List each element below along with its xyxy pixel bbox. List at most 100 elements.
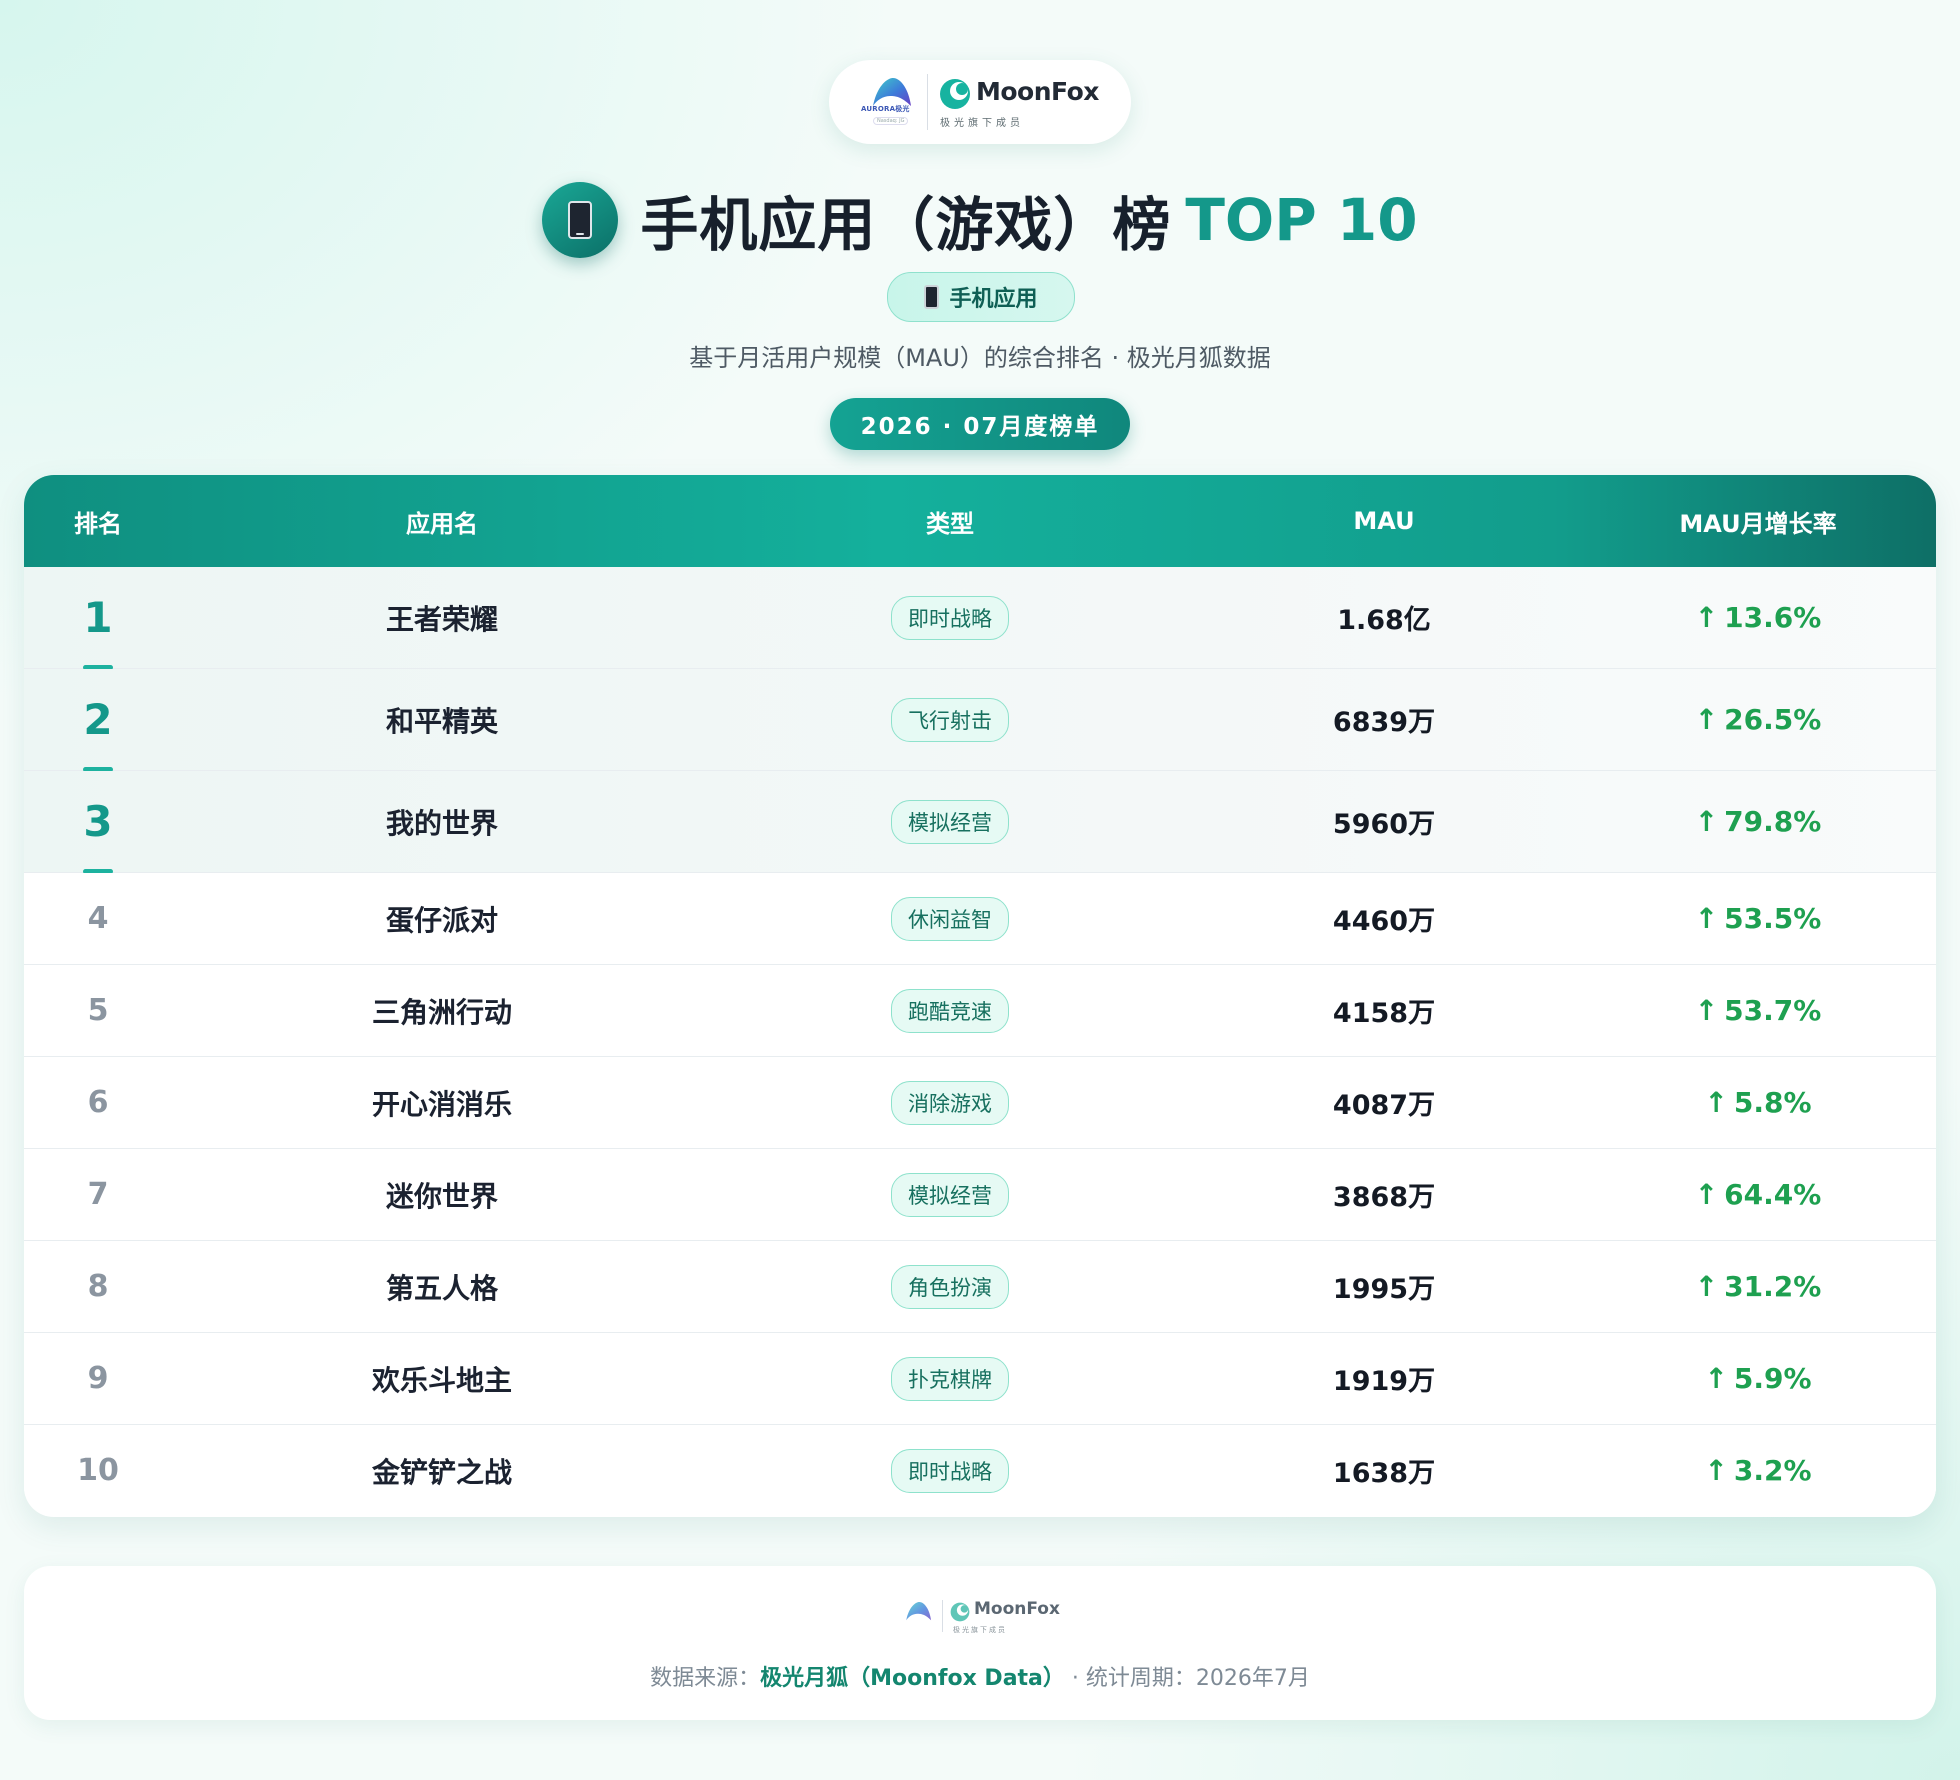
growth-value: ↑ 5.9% xyxy=(1704,1362,1811,1395)
type-tag: 角色扮演 xyxy=(891,1264,1009,1309)
table-row: 9 欢乐斗地主 扑克棋牌 1919万 ↑ 5.9% xyxy=(24,1333,1936,1425)
period-label: · 统计周期： xyxy=(1064,1666,1196,1691)
rank-number: 4 xyxy=(87,901,109,936)
table-row: 4 蛋仔派对 休闲益智 4460万 ↑ 53.5% xyxy=(24,873,1936,965)
table-row: 10 金铲铲之战 即时战略 1638万 ↑ 3.2% xyxy=(24,1425,1936,1516)
category-badge: 手机应用 xyxy=(887,272,1075,322)
type-tag: 飞行射击 xyxy=(891,697,1009,742)
column-header-type: 类型 xyxy=(926,509,974,538)
period-badge: 2026 · 07月度榜单 xyxy=(830,398,1130,450)
column-header-app-name: 应用名 xyxy=(406,509,478,538)
page-title-row: 手机应用（游戏）榜 TOP 10 xyxy=(0,180,1960,260)
rank-number: 6 xyxy=(87,1085,109,1120)
mau-value: 6839万 xyxy=(1332,707,1436,738)
growth-percent: 5.9% xyxy=(1733,1362,1812,1395)
growth-percent: 13.6% xyxy=(1724,601,1822,634)
mau-value: 4158万 xyxy=(1332,998,1436,1029)
mau-value: 4460万 xyxy=(1332,906,1436,937)
rank-number: 1 xyxy=(83,593,113,642)
type-tag: 即时战略 xyxy=(891,595,1009,640)
growth-value: ↑ 64.4% xyxy=(1695,1178,1822,1211)
arrow-up-icon: ↑ xyxy=(1694,805,1719,838)
footer-source-line: 数据来源：极光月狐（Moonfox Data） · 统计周期：2026年7月 xyxy=(24,1660,1936,1692)
aurora-logo-icon xyxy=(906,1601,932,1621)
moonfox-tagline: 极光旗下成员 xyxy=(953,1626,1007,1634)
page-title: 手机应用（游戏）榜 xyxy=(640,191,1172,259)
growth-percent: 64.4% xyxy=(1724,1178,1822,1211)
table-row: 8 第五人格 角色扮演 1995万 ↑ 31.2% xyxy=(24,1241,1936,1333)
column-header-growth: MAU月增长率 xyxy=(1679,509,1837,538)
app-name: 金铲铲之战 xyxy=(371,1455,512,1489)
growth-percent: 26.5% xyxy=(1724,703,1822,736)
mau-value: 1.68亿 xyxy=(1337,605,1431,636)
page-title-accent: TOP 10 xyxy=(1185,186,1418,254)
growth-value: ↑ 79.8% xyxy=(1695,805,1822,838)
growth-percent: 79.8% xyxy=(1724,805,1822,838)
arrow-up-icon: ↑ xyxy=(1704,1362,1728,1395)
arrow-up-icon: ↑ xyxy=(1704,1086,1728,1119)
app-name: 我的世界 xyxy=(385,806,498,840)
type-tag: 休闲益智 xyxy=(891,896,1009,941)
type-tag: 即时战略 xyxy=(891,1448,1009,1493)
table-row: 6 开心消消乐 消除游戏 4087万 ↑ 5.8% xyxy=(24,1057,1936,1149)
arrow-up-icon: ↑ xyxy=(1694,601,1719,634)
growth-value: ↑ 53.5% xyxy=(1695,902,1822,935)
moonfox-tagline: 极光旗下成员 xyxy=(940,118,1024,129)
type-tag: 扑克棋牌 xyxy=(891,1356,1009,1401)
column-header-rank: 排名 xyxy=(74,509,122,538)
app-name: 三角洲行动 xyxy=(371,995,512,1029)
table-row: 7 迷你世界 模拟经营 3868万 ↑ 64.4% xyxy=(24,1149,1936,1241)
app-name: 王者荣耀 xyxy=(385,602,498,636)
type-tag: 模拟经营 xyxy=(891,799,1009,844)
table-header: 排名 应用名 类型 MAU MAU月增长率 xyxy=(24,475,1936,567)
app-name: 迷你世界 xyxy=(385,1179,498,1213)
table-row: 1 王者荣耀 即时战略 1.68亿 ↑ 13.6% xyxy=(24,567,1936,670)
type-tag: 消除游戏 xyxy=(891,1080,1009,1125)
mau-value: 1995万 xyxy=(1332,1274,1436,1305)
growth-value: ↑ 26.5% xyxy=(1695,703,1822,736)
rank-number: 10 xyxy=(77,1453,119,1488)
mau-value: 3868万 xyxy=(1332,1182,1436,1213)
rank-number: 7 xyxy=(87,1177,109,1212)
app-name: 开心消消乐 xyxy=(371,1087,512,1121)
rank-number: 8 xyxy=(87,1269,109,1304)
logo-divider xyxy=(942,1600,943,1632)
growth-percent: 31.2% xyxy=(1724,1270,1822,1303)
period-value: 2026年7月 xyxy=(1195,1666,1310,1691)
arrow-up-icon: ↑ xyxy=(1694,1178,1719,1211)
rank-number: 2 xyxy=(83,695,113,744)
moonfox-wordmark: MoonFox xyxy=(976,77,1099,106)
brand-logo-pill: AURORA极光 Nasdaq: JG MoonFox 极光旗下成员 xyxy=(829,60,1131,144)
phone-icon xyxy=(924,285,940,309)
growth-value: ↑ 13.6% xyxy=(1695,601,1822,634)
growth-percent: 3.2% xyxy=(1733,1454,1812,1487)
mau-value: 5960万 xyxy=(1332,809,1436,840)
arrow-up-icon: ↑ xyxy=(1694,703,1719,736)
column-header-mau: MAU xyxy=(1353,507,1415,535)
growth-percent: 5.8% xyxy=(1733,1086,1812,1119)
growth-value: ↑ 5.8% xyxy=(1704,1086,1811,1119)
phone-badge xyxy=(542,182,619,258)
logo-divider xyxy=(927,74,928,130)
growth-value: ↑ 31.2% xyxy=(1695,1270,1822,1303)
mau-value: 1919万 xyxy=(1332,1366,1436,1397)
mau-value: 1638万 xyxy=(1332,1458,1436,1489)
mau-value: 4087万 xyxy=(1332,1090,1436,1121)
footer-card: MoonFox 极光旗下成员 数据来源：极光月狐（Moonfox Data） ·… xyxy=(24,1566,1936,1720)
phone-icon xyxy=(568,201,593,239)
growth-value: ↑ 3.2% xyxy=(1704,1454,1811,1487)
rank-number: 3 xyxy=(83,797,113,846)
table-row: 5 三角洲行动 跑酷竞速 4158万 ↑ 53.7% xyxy=(24,965,1936,1057)
app-name: 第五人格 xyxy=(385,1271,498,1305)
app-name: 和平精英 xyxy=(385,704,498,738)
page-subtitle: 基于月活用户规模（MAU）的综合排名 · 极光月狐数据 xyxy=(689,344,1271,372)
moonfox-wordmark: MoonFox xyxy=(974,1599,1060,1619)
rank-number: 5 xyxy=(87,993,109,1028)
arrow-up-icon: ↑ xyxy=(1694,902,1719,935)
table-row: 2 和平精英 飞行射击 6839万 ↑ 26.5% xyxy=(24,669,1936,772)
source-name: 极光月狐（Moonfox Data） xyxy=(760,1666,1065,1691)
growth-percent: 53.7% xyxy=(1724,994,1822,1027)
type-tag: 模拟经营 xyxy=(891,1172,1009,1217)
type-tag: 跑酷竞速 xyxy=(891,988,1009,1033)
aurora-ticker: Nasdaq: JG xyxy=(873,117,909,125)
